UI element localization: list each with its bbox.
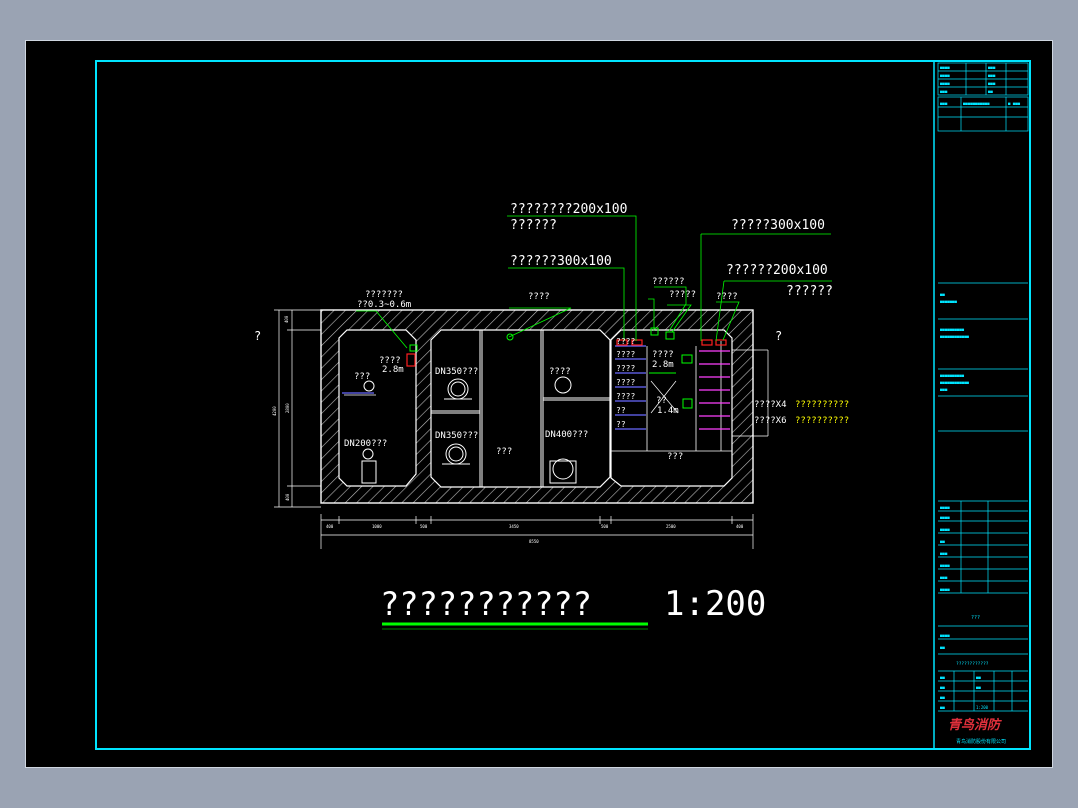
svg-text:■■■■■■■■■■■■: ■■■■■■■■■■■■ [940, 334, 969, 339]
svg-text:■■: ■■ [940, 645, 945, 650]
callout-duct-200-line1: ????????200x100 [510, 202, 627, 217]
callout-duct-200-line2: ?????? [510, 218, 557, 233]
title-block-drawing-name: ???????????? [956, 661, 989, 667]
room1-pipe-label: DN200??? [344, 439, 387, 449]
tray-label: ?? [616, 420, 626, 429]
mid-height-value: 2.8m [652, 360, 674, 370]
dn400-label: DN400??? [545, 430, 588, 440]
dim-h-6: 2500 [666, 524, 676, 529]
dim-h-total: 8550 [529, 539, 539, 544]
tray-label: ???? [616, 350, 635, 359]
svg-text:■■: ■■ [940, 685, 945, 690]
svg-text:■■■■: ■■■■ [940, 563, 950, 568]
chamber-1 [338, 329, 417, 487]
cad-canvas: ■■■■ ■■■ ■■■■ ■■■ ■■■■ ■■■ ■■■ ■■ ■■■ ■■■■■■■… [95, 60, 1031, 750]
dim-h-2: 1000 [372, 524, 382, 529]
dn350-upper-label: DN350??? [435, 367, 478, 377]
svg-text:■■■■■■■■■■: ■■■■■■■■■■ [940, 373, 965, 378]
callout-small-b: ???? [528, 292, 550, 302]
svg-text:■■: ■■ [940, 292, 945, 297]
svg-text:■■: ■■ [976, 685, 981, 690]
title-block-text: ■■■■ ■■■ ■■■■ ■■■ ■■■■ ■■■ ■■■ ■■ ■■■ ■■■■■■■… [940, 65, 1021, 710]
svg-text:■■■: ■■■ [940, 387, 948, 392]
dn350-lower-label: DN350??? [435, 431, 478, 441]
section-right-mark: ? [775, 329, 782, 343]
callout-small-c: ?????? [652, 277, 685, 287]
callout-duct-200-right-line1: ??????200x100 [726, 263, 828, 278]
svg-text:■■■: ■■■ [940, 89, 948, 94]
svg-text:■■: ■■ [940, 705, 945, 710]
dim-v-bottom: 400 [285, 493, 290, 501]
svg-text:■■■: ■■■ [988, 73, 996, 78]
company-logo: 青鸟消防 青鸟消防股份有限公司 [948, 717, 1006, 745]
company-name: 青鸟消防股份有限公司 [956, 738, 1006, 745]
tray-label: ???? [616, 392, 635, 401]
note-x4: ????X4 [754, 400, 787, 410]
svg-text:■■■■: ■■■■ [940, 505, 950, 510]
svg-text:■■■■: ■■■■ [940, 633, 950, 638]
dim-h-7: 400 [736, 524, 744, 529]
svg-text:■■■■■■■: ■■■■■■■ [940, 299, 957, 304]
dim-h-1: 400 [326, 524, 334, 529]
callout-duct-200-right-line2: ?????? [786, 284, 833, 299]
svg-text:■■: ■■ [940, 695, 945, 700]
mid-height2-label: ?? [656, 396, 667, 406]
svg-text:■■■■■■■■■■: ■■■■■■■■■■ [940, 327, 965, 332]
room1-label: ??? [354, 372, 370, 382]
callout-small-a1: ??????? [365, 290, 403, 300]
tray-label: ?? [616, 406, 626, 415]
svg-text:■■■■: ■■■■ [940, 81, 950, 86]
svg-text:■■: ■■ [988, 89, 993, 94]
company-logo-text: 青鸟消防 [948, 717, 1002, 733]
svg-text:■■■■: ■■■■ [940, 587, 950, 592]
bottom-label: ??? [667, 452, 683, 462]
dim-v-total: 4200 [272, 406, 277, 416]
svg-text:■■■■: ■■■■ [940, 73, 950, 78]
mid-height2-value: 1.4m [657, 406, 679, 416]
dim-v-top: 400 [284, 315, 289, 323]
svg-text:■ ■■■: ■ ■■■ [1008, 101, 1021, 106]
note-x4-detail: ?????????? [795, 400, 849, 410]
dim-h-3: 500 [420, 524, 428, 529]
svg-text:■■■: ■■■ [940, 101, 948, 106]
vertical-dimensions [274, 309, 321, 508]
svg-text:■■■■■■■■■■■: ■■■■■■■■■■■ [963, 101, 990, 106]
callout-small-d: ????? [669, 290, 696, 300]
tray-label: ???? [616, 378, 635, 387]
dim-h-4: 3450 [509, 524, 519, 529]
room1-height-value: 2.8m [382, 365, 404, 375]
title-block-project: ??? [971, 615, 980, 621]
svg-text:■■■: ■■■ [940, 575, 948, 580]
drawing-title: ??????????? [380, 585, 592, 623]
drawing-scale: 1:200 [664, 584, 766, 624]
svg-text:■■■: ■■■ [988, 65, 996, 70]
svg-text:■■: ■■ [940, 675, 945, 680]
note-x6-detail: ?????????? [795, 416, 849, 426]
svg-text:■■■■: ■■■■ [940, 515, 950, 520]
svg-text:■■: ■■ [976, 675, 981, 680]
svg-text:■■: ■■ [940, 539, 945, 544]
callout-small-e: ???? [716, 292, 738, 302]
callout-duct-300-left: ??????300x100 [510, 254, 612, 269]
tray-label: ???? [616, 337, 635, 346]
svg-text:■■■: ■■■ [940, 551, 948, 556]
svg-text:■■■■: ■■■■ [940, 65, 950, 70]
title-block [937, 62, 1029, 712]
drawing-sheet: ■■■■ ■■■ ■■■■ ■■■ ■■■■ ■■■ ■■■ ■■ ■■■ ■■■■■■■… [25, 40, 1053, 768]
dim-v-middle: 2800 [285, 403, 290, 413]
callout-small-a2: ??0.3~0.6m [357, 300, 411, 310]
svg-text:■■■: ■■■ [988, 81, 996, 86]
center-label: ??? [496, 447, 512, 457]
tray-label: ???? [616, 364, 635, 373]
svg-text:■■■■■■■■■■■■: ■■■■■■■■■■■■ [940, 380, 969, 385]
section-left-mark: ? [254, 329, 261, 343]
svg-text:■■■■: ■■■■ [940, 527, 950, 532]
dim-h-5: 500 [601, 524, 609, 529]
callout-duct-300-right: ?????300x100 [731, 218, 825, 233]
note-x6: ????X6 [754, 416, 787, 426]
room3-label: ???? [549, 367, 571, 377]
mid-height-label: ???? [652, 350, 674, 360]
title-block-scale: 1:200 [976, 705, 989, 710]
